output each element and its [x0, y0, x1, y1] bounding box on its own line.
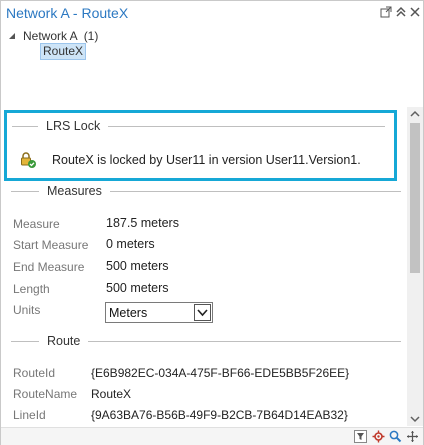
tree-node-routex[interactable]: RouteX — [40, 43, 87, 60]
length-value: 500 meters — [106, 281, 169, 295]
gear-icon[interactable] — [372, 430, 385, 443]
measure-value: 187.5 meters — [106, 216, 179, 230]
scroll-thumb[interactable] — [410, 123, 420, 273]
lrs-lock-panel: LRS Lock RouteX is locked by User11 in v… — [4, 110, 397, 181]
popup-window: Network A - RouteX Network A (1) RouteX … — [0, 0, 424, 445]
bottom-toolbar — [1, 427, 423, 445]
float-window-icon[interactable] — [380, 6, 392, 18]
lrs-lock-header: LRS Lock — [12, 119, 385, 133]
lock-check-icon — [19, 151, 37, 169]
end-measure-label: End Measure — [13, 260, 85, 274]
route-name-label: RouteName — [13, 387, 78, 401]
units-selected-value: Meters — [109, 306, 148, 320]
close-icon[interactable] — [409, 6, 421, 18]
tree-node-label: Network A — [23, 29, 78, 43]
route-name-value: RouteX — [91, 387, 132, 401]
title-bar: Network A - RouteX — [1, 1, 423, 25]
scroll-up-icon[interactable] — [407, 107, 423, 121]
length-label: Length — [13, 282, 50, 296]
end-measure-value: 500 meters — [106, 259, 169, 273]
lock-message: RouteX is locked by User11 in version Us… — [52, 153, 361, 167]
start-measure-label: Start Measure — [13, 238, 89, 252]
route-title: Route — [47, 334, 81, 348]
divider — [88, 340, 401, 342]
feature-tree: Network A (1) RouteX — [1, 25, 411, 105]
divider — [11, 190, 39, 192]
chevron-up-icon[interactable] — [395, 6, 407, 18]
pan-icon[interactable] — [406, 430, 419, 443]
measures-header: Measures — [11, 184, 401, 198]
window-title: Network A - RouteX — [6, 5, 129, 21]
vertical-scrollbar[interactable] — [407, 107, 423, 426]
line-id-value: {9A63BA76-B56B-49F9-B2CB-7B64D14EAB32} — [91, 408, 348, 422]
divider — [12, 125, 38, 127]
divider — [109, 190, 401, 192]
expanded-arrow-icon[interactable] — [7, 31, 17, 41]
tree-node-count: (1) — [83, 29, 99, 43]
divider — [11, 340, 39, 342]
filter-icon[interactable] — [354, 430, 367, 443]
route-header: Route — [11, 334, 401, 348]
scroll-down-icon[interactable] — [407, 412, 423, 426]
divider — [108, 125, 385, 127]
line-id-label: LineId — [13, 408, 46, 422]
measure-label: Measure — [13, 217, 60, 231]
tree-node-network[interactable]: Network A (1) — [7, 28, 98, 44]
route-id-label: RouteId — [13, 366, 56, 380]
start-measure-value: 0 meters — [106, 237, 155, 251]
units-label: Units — [13, 303, 41, 317]
lrs-lock-title: LRS Lock — [46, 119, 101, 133]
route-id-value: {E6B982EC-034A-475F-BF66-EDE5BB5F26EE} — [91, 366, 350, 380]
units-select[interactable]: Meters — [105, 302, 213, 323]
chevron-down-icon[interactable] — [194, 304, 211, 321]
measures-title: Measures — [47, 184, 102, 198]
zoom-icon[interactable] — [389, 430, 402, 443]
